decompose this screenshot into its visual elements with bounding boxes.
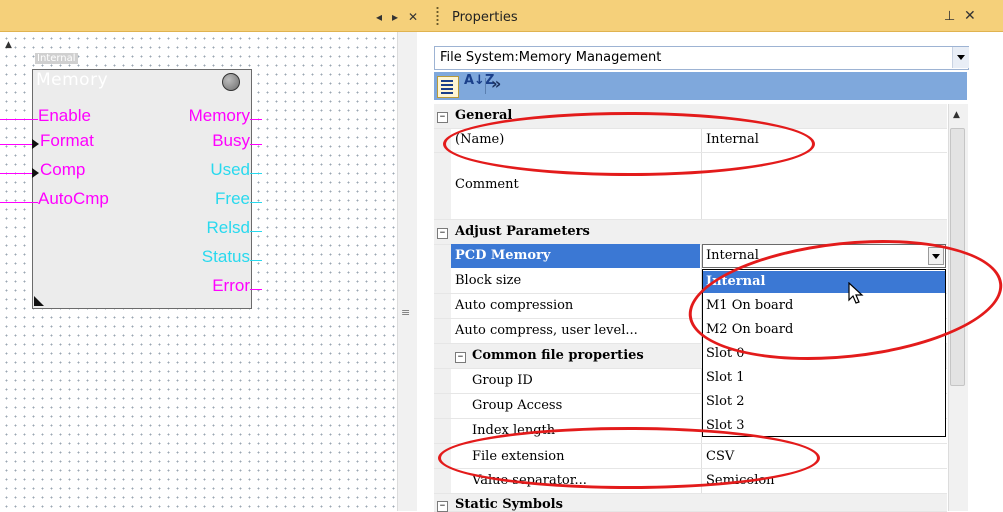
toolbar-separator: [485, 78, 486, 94]
output-wire-used: [250, 173, 262, 174]
property-pcd-memory-label: PCD Memory: [455, 248, 551, 263]
scroll-tabs-right-icon[interactable]: ▸: [392, 10, 398, 24]
mouse-pointer-icon: [848, 282, 864, 304]
block-status-led-icon: [222, 73, 240, 91]
category-common-file-properties: Common file properties: [472, 348, 644, 363]
output-wire-free: [250, 202, 262, 203]
output-pin-free[interactable]: Free: [170, 189, 250, 209]
object-selector-dropdown-button[interactable]: [952, 47, 969, 68]
property-auto-compress-user-label: Auto compress, user level...: [455, 323, 638, 338]
property-auto-compression-label: Auto compression: [455, 298, 574, 313]
input-wire-autocmp: [0, 202, 38, 203]
input-pin-autocmp[interactable]: AutoCmp: [38, 189, 109, 209]
output-wire-memory: [250, 119, 262, 120]
editor-vertical-scrollbar[interactable]: [397, 32, 417, 511]
output-wire-status: [250, 260, 262, 261]
output-pin-status[interactable]: Status: [170, 247, 250, 267]
input-wire-format: [0, 144, 32, 145]
dropdown-option-slot2[interactable]: Slot 2: [706, 394, 942, 416]
close-editor-icon[interactable]: ✕: [408, 10, 418, 24]
chevron-down-icon: [957, 55, 965, 60]
category-adjust-parameters: Adjust Parameters: [455, 224, 590, 239]
output-wire-error: [250, 289, 262, 290]
dropdown-option-slot1[interactable]: Slot 1: [706, 370, 942, 392]
alphabetical-sort-icon[interactable]: A↓Z: [464, 74, 494, 87]
scroll-tabs-left-icon[interactable]: ◂: [376, 10, 382, 24]
input-wire-comp: [0, 173, 32, 174]
arrow-right-icon: [32, 139, 39, 149]
output-pin-busy[interactable]: Busy: [170, 131, 250, 151]
input-pin-format[interactable]: Format: [40, 131, 94, 151]
property-group-id-label: Group ID: [472, 373, 533, 388]
block-type-name: Memory: [36, 70, 109, 90]
output-pin-memory[interactable]: Memory: [170, 106, 250, 126]
close-properties-icon[interactable]: ✕: [964, 8, 976, 24]
property-group-access-label: Group Access: [472, 398, 563, 413]
collapse-icon[interactable]: −: [437, 112, 448, 123]
input-wire-enable: [0, 119, 38, 120]
arrow-right-icon: [32, 168, 39, 178]
category-static-symbols: Static Symbols: [455, 497, 563, 512]
scroll-up-icon[interactable]: ▲: [5, 40, 12, 50]
output-pin-used[interactable]: Used: [170, 160, 250, 180]
input-pin-enable[interactable]: Enable: [38, 106, 91, 126]
output-wire-busy: [250, 144, 262, 145]
output-wire-relsd: [250, 231, 262, 232]
collapse-icon[interactable]: −: [437, 501, 448, 512]
properties-toolbar: [434, 72, 967, 100]
property-block-size-label: Block size: [455, 273, 522, 288]
toolbar-overflow-icon[interactable]: »: [491, 74, 501, 93]
input-pin-comp[interactable]: Comp: [40, 160, 85, 180]
scroll-up-icon[interactable]: ▲: [953, 110, 960, 120]
annotation-ellipse-file-extension: [438, 427, 820, 489]
pin-icon[interactable]: ⊥: [944, 9, 955, 24]
object-selector-value: File System:Memory Management: [440, 50, 662, 65]
annotation-ellipse-name: [443, 112, 815, 176]
properties-title: Properties: [452, 10, 518, 25]
categorized-view-icon[interactable]: [437, 76, 459, 98]
editor-tab-strip: [0, 0, 430, 32]
collapse-icon[interactable]: −: [437, 228, 448, 239]
output-pin-error[interactable]: Error: [170, 276, 250, 296]
block-instance-name: Internal: [35, 53, 78, 64]
scroll-grip-icon[interactable]: ≡: [401, 306, 410, 319]
block-resize-corner-icon[interactable]: [34, 296, 44, 306]
property-comment-label: Comment: [455, 177, 519, 192]
output-pin-relsd[interactable]: Relsd: [170, 218, 250, 238]
drag-grip-icon[interactable]: [436, 6, 439, 26]
collapse-icon[interactable]: −: [455, 352, 466, 363]
